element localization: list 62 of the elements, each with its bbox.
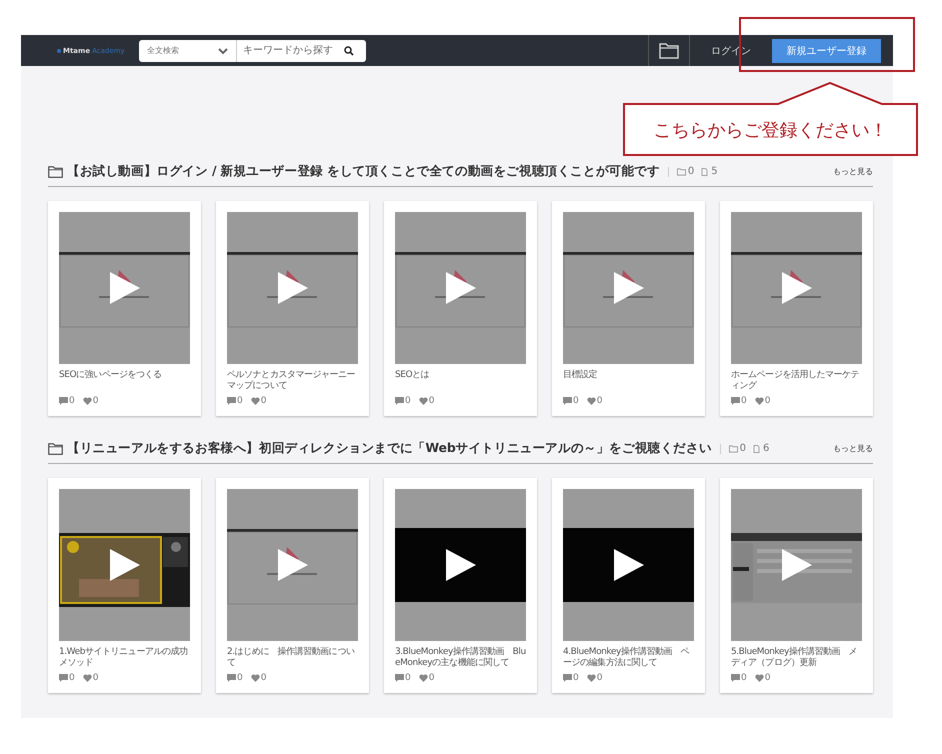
like-count: 0 (418, 396, 434, 406)
comment-count: 0 (227, 673, 243, 683)
like-count: 0 (82, 396, 98, 406)
video-card[interactable]: SEOとは 0 0 (384, 201, 537, 416)
video-title[interactable]: ペルソナとカスタマージャーニーマップについて (227, 370, 358, 392)
comment-count: 0 (563, 396, 579, 406)
like-count: 0 (754, 396, 770, 406)
folder-button[interactable] (648, 35, 690, 66)
video-title[interactable]: SEOに強いページをつくる (59, 370, 190, 392)
video-title[interactable]: 1.Webサイトリニューアルの成功メソッド (59, 647, 190, 669)
comment-count: 0 (731, 673, 747, 683)
folder-icon (48, 442, 63, 454)
video-card[interactable]: ペルソナとカスタマージャーニーマップについて 0 0 (216, 201, 369, 416)
play-icon[interactable] (614, 549, 644, 581)
comment-count: 0 (59, 396, 75, 406)
comment-count: 0 (59, 673, 75, 683)
video-card[interactable]: 目標設定 0 0 (552, 201, 705, 416)
comment-count: 0 (395, 673, 411, 683)
comment-count: 0 (731, 396, 747, 406)
video-title[interactable]: 4.BlueMonkey操作講習動画 ページの編集方法に関して (563, 647, 694, 669)
video-title[interactable]: ホームページを活用したマーケティング (731, 370, 862, 392)
video-count: 6 (752, 443, 770, 454)
more-link[interactable]: もっと見る (833, 166, 873, 177)
video-card[interactable]: 4.BlueMonkey操作講習動画 ページの編集方法に関して 0 0 (552, 478, 705, 693)
like-count: 0 (586, 673, 602, 683)
comment-count: 0 (227, 396, 243, 406)
folder-count: 0 (676, 166, 694, 177)
like-count: 0 (250, 673, 266, 683)
folder-count: 0 (728, 443, 746, 454)
section-title: 【リニューアルをするお客様へ】初回ディレクションまでに「Webサイトリニューアルの～」をご視聴ください (67, 440, 712, 457)
video-title[interactable]: SEOとは (395, 370, 526, 392)
search-icon[interactable] (344, 46, 354, 56)
video-title[interactable]: 2.はじめに 操作講習動画について (227, 647, 358, 669)
video-title[interactable]: 5.BlueMonkey操作講習動画 メディア（ブログ）更新 (731, 647, 862, 669)
callout-text: こちらからご登録ください！ (652, 119, 888, 142)
like-count: 0 (418, 673, 434, 683)
comment-count: 0 (563, 673, 579, 683)
play-icon[interactable] (446, 549, 476, 581)
play-icon[interactable] (110, 549, 140, 581)
login-link[interactable]: ログイン (690, 44, 772, 58)
section-title: 【お試し動画】ログイン / 新規ユーザー登録 をして頂くことで全ての動画をご視聴頂くことが可能です (67, 163, 660, 180)
like-count: 0 (586, 396, 602, 406)
chevron-icon (218, 46, 228, 54)
like-count: 0 (754, 673, 770, 683)
video-title[interactable]: 目標設定 (563, 370, 694, 392)
search-scope-dropdown[interactable]: 全文検索 (139, 40, 237, 62)
video-count: 5 (700, 166, 718, 177)
folder-icon (659, 42, 679, 58)
video-title[interactable]: 3.BlueMonkey操作講習動画 BlueMonkeyの主な機能に関して (395, 647, 526, 669)
video-card[interactable]: 3.BlueMonkey操作講習動画 BlueMonkeyの主な機能に関して 0 0 (384, 478, 537, 693)
video-card[interactable]: 2.はじめに 操作講習動画について 0 0 (216, 478, 369, 693)
like-count: 0 (82, 673, 98, 683)
search-field[interactable]: キーワードから探す (237, 45, 344, 56)
more-link[interactable]: もっと見る (833, 443, 873, 454)
video-card[interactable]: ホームページを活用したマーケティング 0 0 (720, 201, 873, 416)
video-card[interactable]: 1.Webサイトリニューアルの成功メソッド 0 0 (48, 478, 201, 693)
comment-count: 0 (395, 396, 411, 406)
logo-icon (57, 48, 61, 52)
video-card[interactable]: 5.BlueMonkey操作講習動画 メディア（ブログ）更新 0 0 (720, 478, 873, 693)
video-card[interactable]: SEOに強いページをつくる 0 0 (48, 201, 201, 416)
folder-icon (48, 166, 63, 178)
like-count: 0 (250, 396, 266, 406)
